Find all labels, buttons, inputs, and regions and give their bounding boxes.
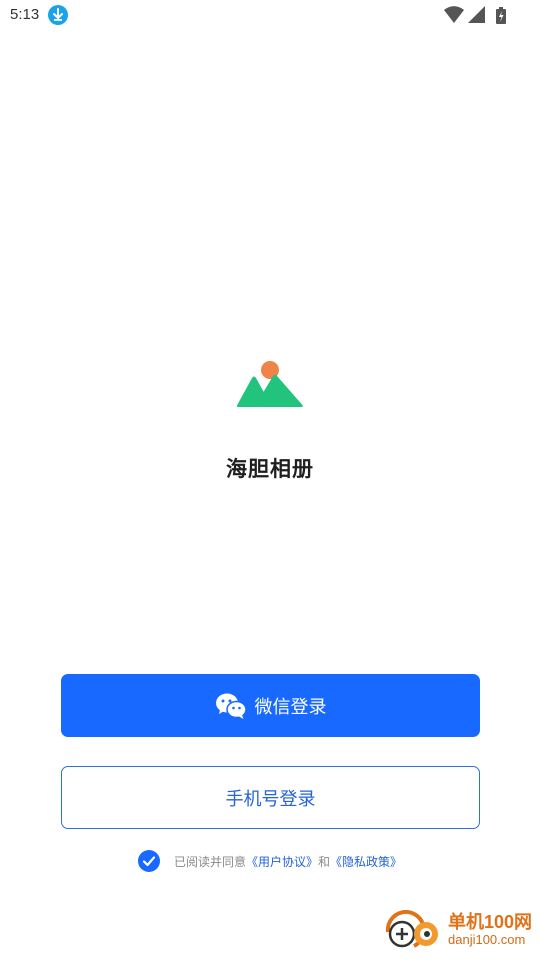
- app-title: 海胆相册: [226, 458, 314, 481]
- wechat-login-button[interactable]: 微信登录: [61, 674, 480, 737]
- download-icon: [48, 5, 68, 25]
- watermark: 单机100网 danji100.com: [384, 904, 534, 956]
- wifi-icon: [444, 6, 464, 24]
- check-icon: [142, 856, 156, 867]
- agreement-row: 已阅读并同意 《用户协议》 和 《隐私政策》: [0, 850, 540, 872]
- status-icons: [444, 6, 506, 24]
- wechat-icon: [215, 692, 247, 720]
- phone-login-button[interactable]: 手机号登录: [61, 766, 480, 829]
- battery-icon: [496, 6, 506, 24]
- status-bar: 5:13: [0, 0, 540, 30]
- user-agreement-link[interactable]: 《用户协议》: [246, 853, 318, 870]
- status-time: 5:13: [10, 6, 40, 23]
- wechat-login-label: 微信登录: [254, 696, 327, 717]
- watermark-domain: danji100.com: [448, 932, 526, 947]
- agreement-checkbox[interactable]: [137, 850, 160, 872]
- phone-login-label: 手机号登录: [225, 788, 316, 809]
- signal-icon: [468, 6, 486, 24]
- agreement-joiner: 和: [318, 854, 331, 869]
- agreement-prefix: 已阅读并同意: [173, 854, 246, 869]
- watermark-logo-icon: [384, 909, 446, 954]
- privacy-policy-link[interactable]: 《隐私政策》: [330, 853, 402, 870]
- app-logo-icon: [236, 360, 306, 410]
- watermark-title: 单机100网: [448, 912, 533, 932]
